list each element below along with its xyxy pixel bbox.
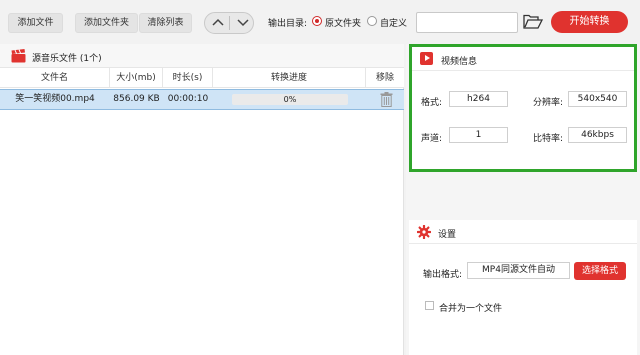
choose-format-button[interactable]: 选择格式 bbox=[574, 262, 626, 280]
resolution-value: 540x540 bbox=[568, 91, 627, 107]
column-header-remove: 移除 bbox=[375, 73, 394, 83]
add-folder-button[interactable]: 添加文件夹 bbox=[75, 13, 138, 33]
file-name: 笑一笑视频00.mp4 bbox=[15, 94, 95, 104]
file-list-title: 源音乐文件 (1个) bbox=[32, 54, 102, 64]
bitrate-label: 比特率: bbox=[533, 134, 564, 144]
radio-source-folder[interactable] bbox=[312, 16, 322, 26]
video-play-icon bbox=[420, 52, 433, 65]
start-convert-button[interactable]: 开始转换 bbox=[551, 11, 628, 33]
browse-folder-button[interactable] bbox=[523, 14, 544, 33]
move-up-down-control bbox=[204, 12, 254, 34]
column-header-size: 大小(mb) bbox=[110, 68, 163, 88]
resolution-label: 分辨率: bbox=[533, 98, 564, 108]
chevron-down-icon bbox=[236, 19, 249, 27]
open-folder-icon bbox=[523, 14, 544, 29]
column-header-filename: 文件名 bbox=[0, 68, 110, 88]
clear-list-button[interactable]: 清除列表 bbox=[139, 13, 192, 33]
format-label: 格式: bbox=[421, 98, 443, 108]
video-info-panel: 视频信息 格式: h264 分辨率: 540x540 声道: 1 比特率: 46… bbox=[409, 44, 637, 172]
file-list-panel: 源音乐文件 (1个) 文件名 大小(mb) 时长(s) 转换进度 移除 笑一笑视… bbox=[0, 44, 404, 355]
settings-header: 设置 bbox=[409, 220, 637, 244]
channels-value: 1 bbox=[449, 127, 508, 143]
add-file-button[interactable]: 添加文件 bbox=[8, 13, 63, 33]
table-row[interactable]: 笑一笑视频00.mp4 856.09 KB 00:00:10 0% bbox=[0, 89, 404, 110]
gear-icon bbox=[417, 225, 431, 239]
column-header-progress: 转换进度 bbox=[213, 68, 366, 88]
channels-label: 声道: bbox=[421, 134, 443, 144]
radio-custom[interactable] bbox=[367, 16, 377, 26]
table-header: 文件名 大小(mb) 时长(s) 转换进度 移除 bbox=[0, 68, 404, 88]
bitrate-value: 46kbps bbox=[568, 127, 627, 143]
video-info-header: 视频信息 bbox=[412, 47, 634, 71]
file-size: 856.09 KB bbox=[113, 94, 160, 104]
move-down-button[interactable] bbox=[230, 13, 253, 33]
file-duration: 00:00:10 bbox=[167, 94, 209, 104]
move-up-button[interactable] bbox=[205, 13, 230, 33]
toolbar: 添加文件 添加文件夹 清除列表 输出目录: 原文件夹 自定义 开始转换 bbox=[0, 0, 640, 44]
settings-panel: 设置 输出格式: MP4同源文件自动 选择格式 合并为一个文件 bbox=[409, 220, 637, 355]
settings-title: 设置 bbox=[438, 230, 457, 240]
right-panel: 视频信息 格式: h264 分辨率: 540x540 声道: 1 比特率: 46… bbox=[406, 44, 640, 355]
output-path-input[interactable] bbox=[416, 12, 518, 33]
output-dir-label: 输出目录: bbox=[268, 19, 308, 29]
chevron-up-icon bbox=[211, 18, 224, 26]
file-list-header: 源音乐文件 (1个) bbox=[0, 44, 404, 68]
output-format-label: 输出格式: bbox=[423, 270, 463, 280]
trash-icon bbox=[380, 92, 393, 107]
progress-bar: 0% bbox=[232, 94, 348, 105]
format-value: h264 bbox=[449, 91, 508, 107]
remove-file-button[interactable] bbox=[380, 92, 393, 110]
radio-source-folder-label[interactable]: 原文件夹 bbox=[325, 16, 361, 29]
radio-custom-label[interactable]: 自定义 bbox=[380, 16, 407, 29]
output-format-field[interactable]: MP4同源文件自动 bbox=[467, 262, 570, 279]
video-info-title: 视频信息 bbox=[441, 57, 478, 67]
clapperboard-icon bbox=[11, 49, 26, 63]
merge-label[interactable]: 合并为一个文件 bbox=[439, 301, 502, 314]
column-header-duration: 时长(s) bbox=[163, 68, 213, 88]
merge-checkbox[interactable] bbox=[425, 301, 434, 310]
